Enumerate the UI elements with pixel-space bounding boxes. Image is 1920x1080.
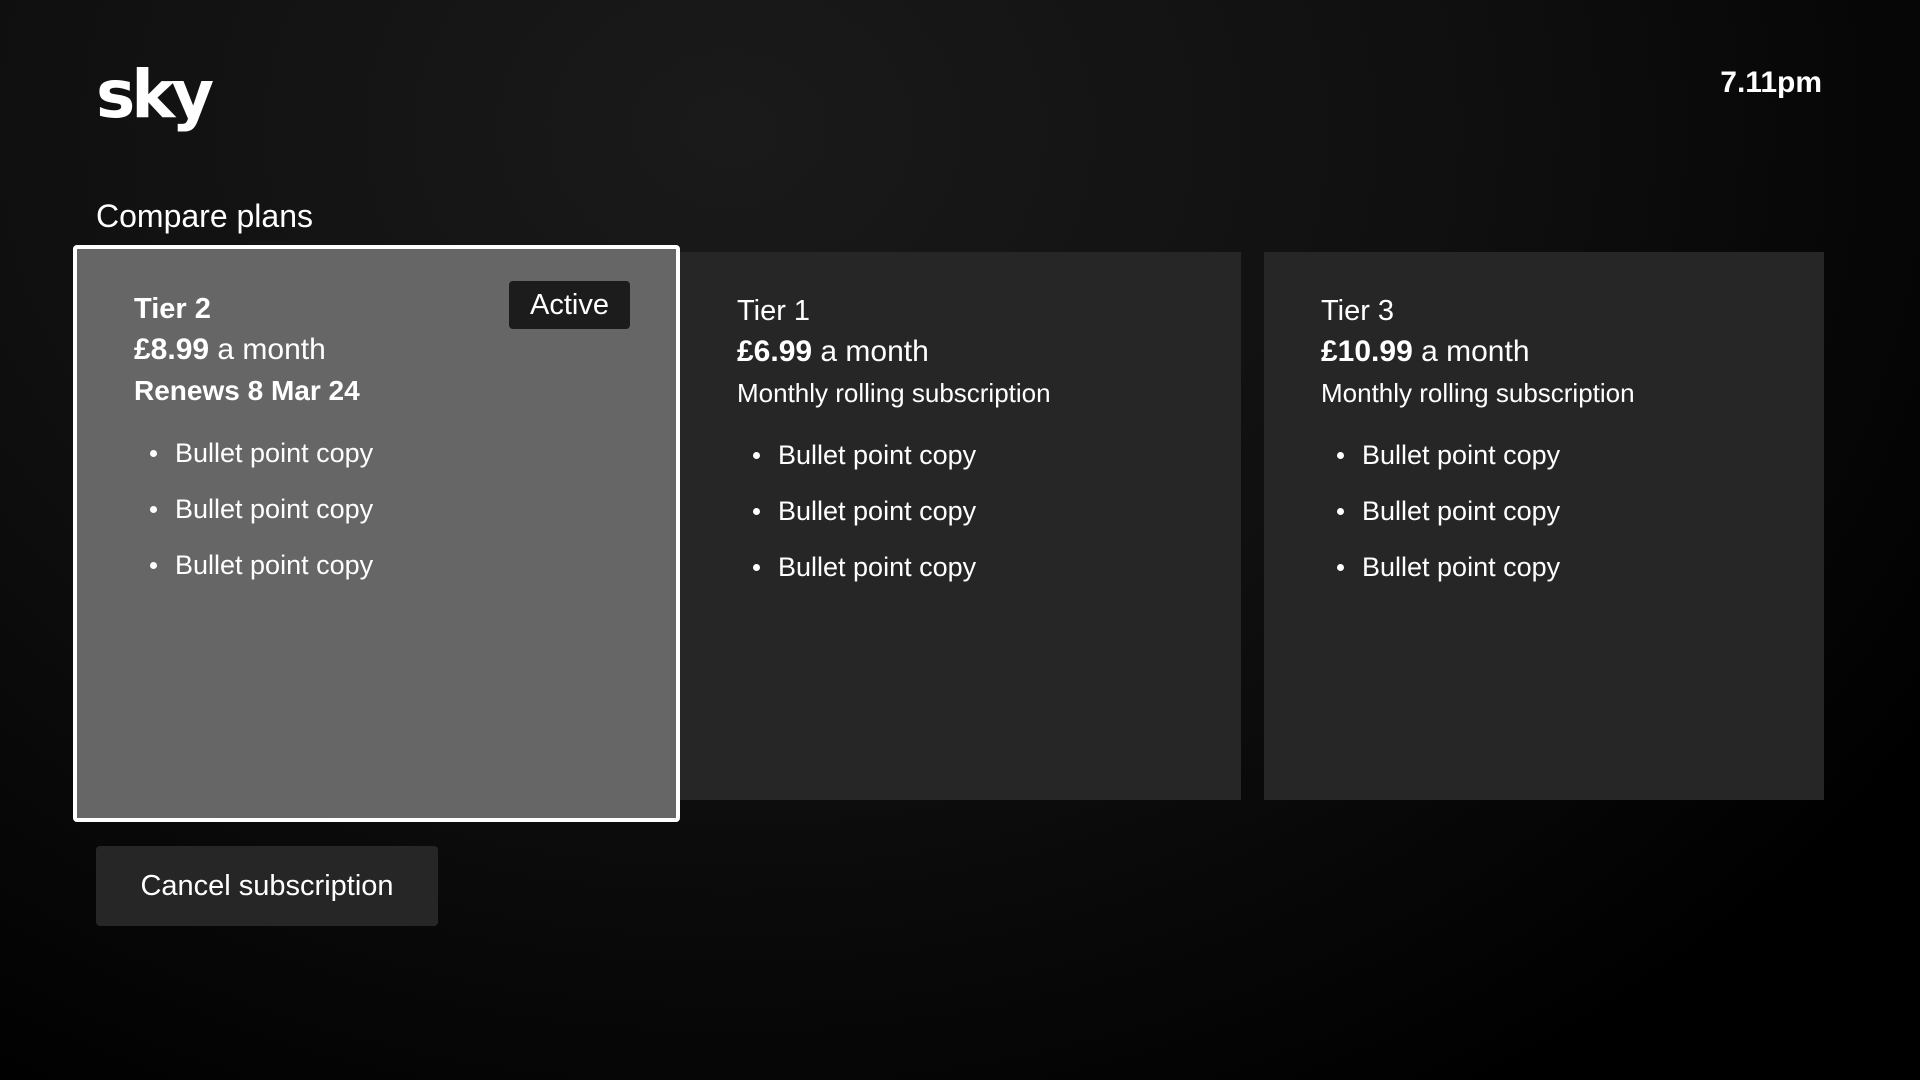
plan-card-tier-3[interactable]: Tier 3 £10.99 a month Monthly rolling su… [1264, 252, 1824, 800]
plan-features-list: Bullet point copy Bullet point copy Bull… [1321, 427, 1784, 595]
list-item: Bullet point copy [134, 425, 636, 481]
list-item: Bullet point copy [134, 481, 636, 537]
plan-price: £6.99 a month [737, 331, 1201, 373]
plan-subscription-type: Monthly rolling subscription [737, 378, 1051, 408]
plan-tier-name: Tier 3 [1321, 295, 1395, 327]
list-item: Bullet point copy [737, 483, 1201, 539]
plan-card-tier-2[interactable]: Active Tier 2 £8.99 a month Renews 8 Mar… [73, 245, 680, 822]
section-title: Compare plans [96, 198, 313, 234]
plan-tier-name: Tier 1 [737, 295, 811, 327]
sky-logo: sky [96, 56, 214, 133]
list-item: Bullet point copy [1321, 427, 1784, 483]
clock: 7.11pm [1720, 66, 1822, 99]
plan-price-amount: £6.99 [737, 335, 813, 368]
plan-card-tier-1[interactable]: Tier 1 £6.99 a month Monthly rolling sub… [680, 252, 1241, 800]
list-item: Bullet point copy [134, 537, 636, 593]
plan-price: £8.99 a month [134, 329, 636, 371]
plan-price-amount: £8.99 [134, 333, 210, 366]
list-item: Bullet point copy [737, 427, 1201, 483]
plan-price-period: a month [209, 333, 326, 366]
plan-features-list: Bullet point copy Bullet point copy Bull… [134, 425, 636, 593]
plan-features-list: Bullet point copy Bullet point copy Bull… [737, 427, 1201, 595]
plan-renewal-date: Renews 8 Mar 24 [134, 375, 360, 406]
list-item: Bullet point copy [1321, 483, 1784, 539]
plan-price-period: a month [812, 335, 929, 368]
plan-price-amount: £10.99 [1321, 335, 1413, 368]
plan-subscription-type: Monthly rolling subscription [1321, 378, 1635, 408]
cancel-subscription-button[interactable]: Cancel subscription [96, 846, 438, 926]
list-item: Bullet point copy [737, 539, 1201, 595]
plan-price: £10.99 a month [1321, 331, 1784, 373]
plan-price-period: a month [1412, 335, 1530, 368]
list-item: Bullet point copy [1321, 539, 1784, 595]
plan-tier-name: Tier 2 [134, 293, 211, 325]
